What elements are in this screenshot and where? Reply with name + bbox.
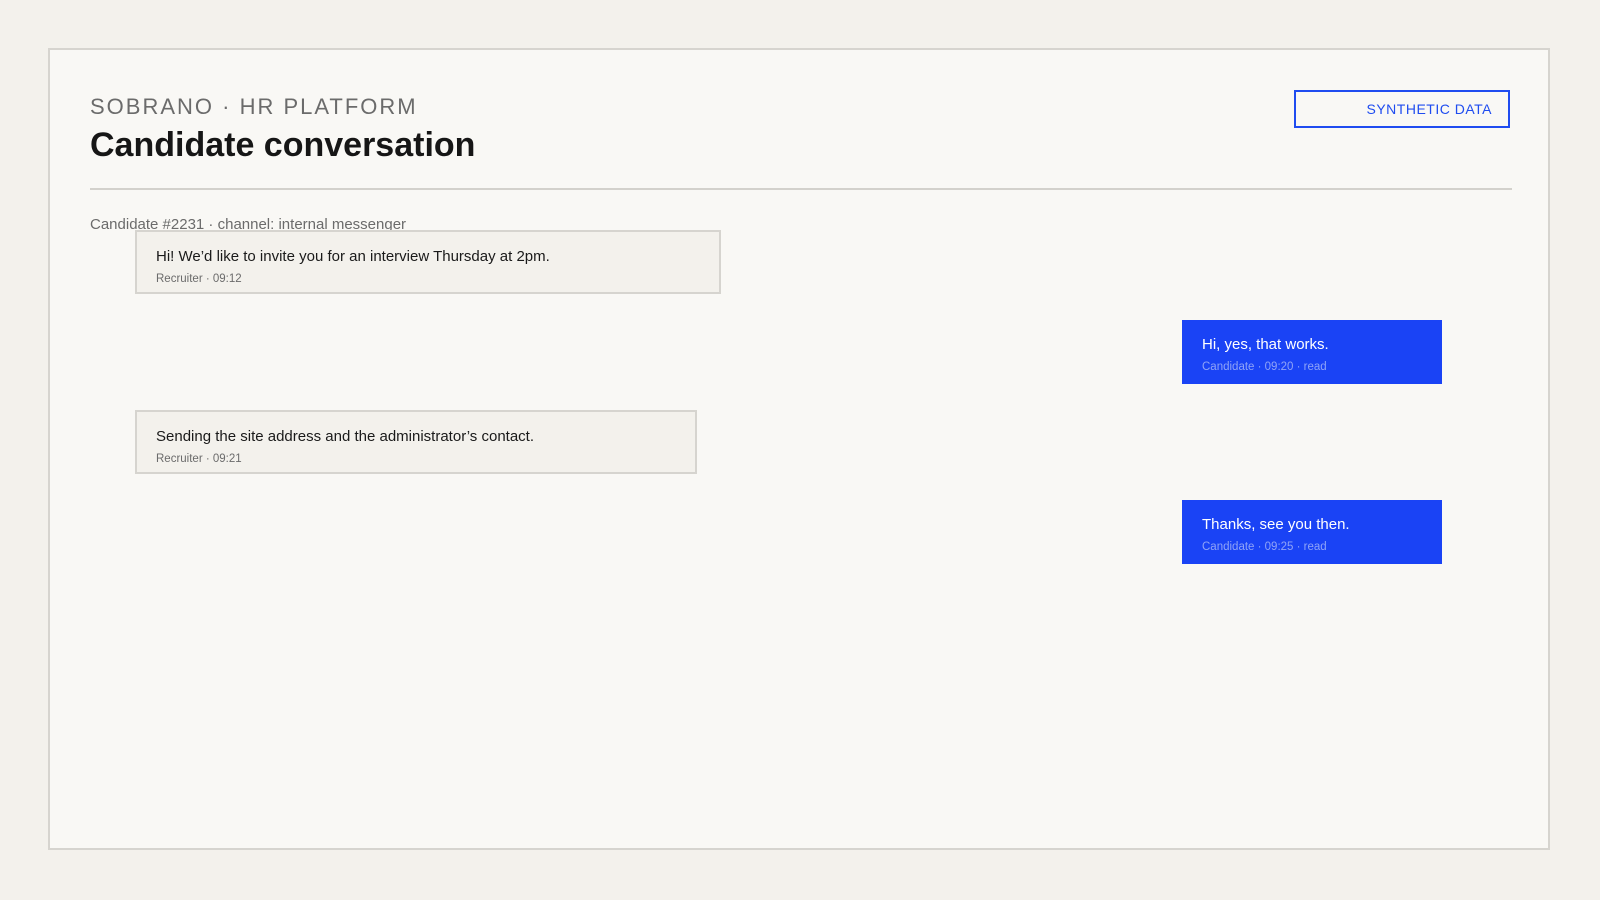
synthetic-data-badge: SYNTHETIC DATA [1294, 90, 1510, 128]
message-text: Hi, yes, that works. [1202, 336, 1329, 353]
message-bubble-recruiter: Sending the site address and the adminis… [135, 410, 697, 474]
page-title: Candidate conversation [90, 126, 476, 164]
message-timestamp: Candidate · 09:20 · read [1202, 361, 1327, 373]
message-bubble-candidate: Thanks, see you then. Candidate · 09:25 … [1182, 500, 1442, 564]
message-timestamp: Recruiter · 09:21 [156, 453, 242, 465]
message-bubble-candidate: Hi, yes, that works. Candidate · 09:20 ·… [1182, 320, 1442, 384]
header-divider [90, 188, 1512, 190]
message-text: Sending the site address and the adminis… [156, 428, 535, 445]
message-text: Thanks, see you then. [1202, 516, 1350, 533]
message-timestamp: Recruiter · 09:12 [156, 273, 242, 285]
conversation-panel: SOBRANO · HR PLATFORM Candidate conversa… [48, 48, 1550, 850]
message-text: Hi! We’d like to invite you for an inter… [156, 248, 550, 265]
brand-label: SOBRANO · HR PLATFORM [90, 94, 418, 119]
message-timestamp: Candidate · 09:25 · read [1202, 541, 1327, 553]
message-bubble-recruiter: Hi! We’d like to invite you for an inter… [135, 230, 721, 294]
